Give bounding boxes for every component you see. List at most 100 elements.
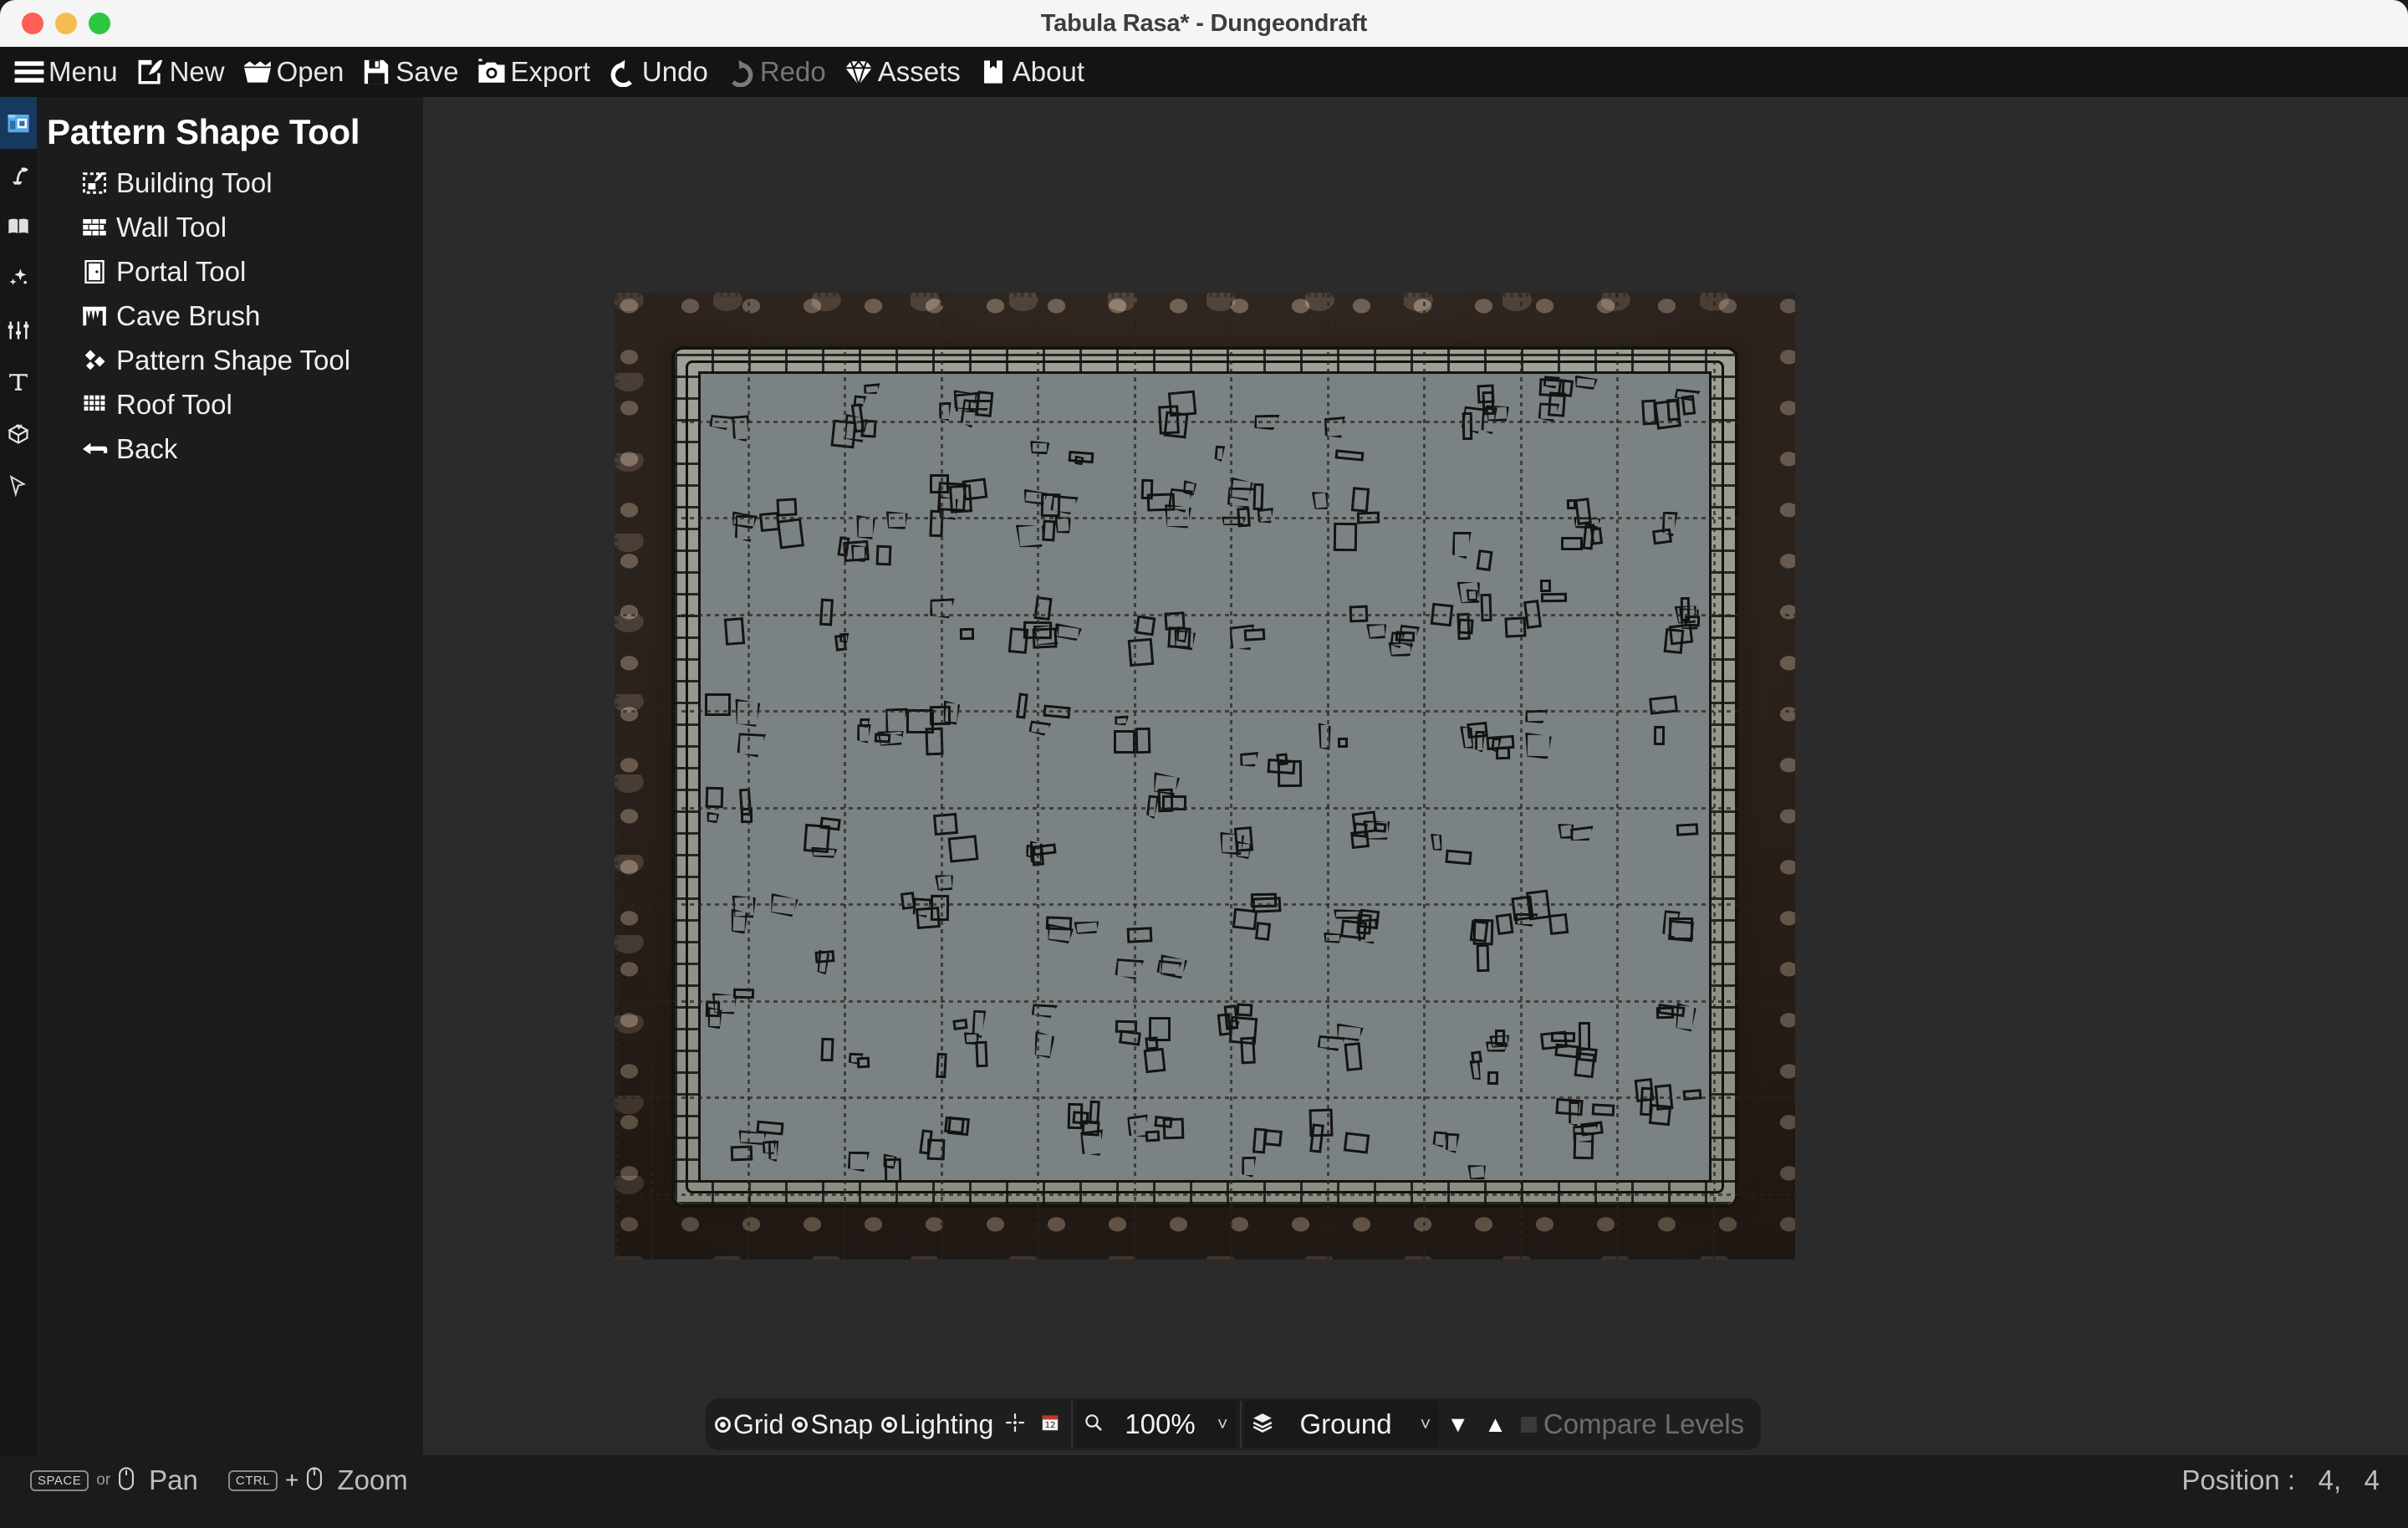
toggle-grid[interactable]: Grid (711, 1409, 788, 1440)
zoom-level-value[interactable]: 100% (1111, 1408, 1208, 1440)
menu-button-menu[interactable]: Menu (5, 47, 126, 97)
tool-item-cave[interactable]: Cave Brush (42, 294, 423, 338)
menu-button-undo[interactable]: Undo (599, 47, 717, 97)
compare-levels-checkbox[interactable]: Compare Levels (1514, 1408, 1756, 1440)
floor-rubble (1684, 615, 1699, 626)
tool-item-roof[interactable]: Roof Tool (42, 382, 423, 427)
menu-button-about[interactable]: About (969, 47, 1093, 97)
menu-label: Open (277, 56, 344, 88)
floor-rubble (1512, 896, 1534, 922)
menu-button-open[interactable]: Open (233, 47, 353, 97)
rail-item-settings[interactable] (0, 304, 37, 356)
floor-rubble (1016, 523, 1046, 549)
folder-open-icon (242, 56, 273, 88)
crosshair-button[interactable] (997, 1403, 1033, 1446)
tool-label: Wall Tool (116, 212, 227, 243)
text-icon (8, 371, 29, 393)
tool-label: Portal Tool (116, 256, 246, 288)
floor-rubble (1008, 627, 1028, 654)
menu-button-new[interactable]: New (126, 47, 233, 97)
floor-rubble (741, 808, 752, 823)
rail-item-blueprint[interactable] (0, 97, 37, 149)
menu-button-export[interactable]: Export (467, 47, 599, 97)
key-ctrl: CTRL (228, 1470, 278, 1491)
rail-item-library[interactable] (0, 201, 37, 253)
title-bar: Tabula Rasa* - Dungeondraft (0, 0, 2408, 47)
rail-item-effects[interactable] (0, 253, 37, 304)
floor-rubble (1504, 617, 1526, 638)
menu-button-redo[interactable]: Redo (717, 47, 834, 97)
floor-rubble (1351, 487, 1370, 512)
toggle-label: Lighting (900, 1409, 993, 1440)
floor-rubble (1578, 1047, 1597, 1062)
level-value[interactable]: Ground (1280, 1408, 1412, 1440)
floor-rubble (1162, 1118, 1184, 1140)
floor-rubble (1144, 1047, 1166, 1072)
mouse-icon (118, 1467, 135, 1495)
grid-line-horizontal (615, 1000, 1795, 1003)
triangle-down-icon[interactable]: ▼ (1439, 1412, 1477, 1438)
floor-rubble (1255, 922, 1271, 940)
magnifier-icon (1084, 1413, 1104, 1437)
tool-item-portal[interactable]: Portal Tool (42, 249, 423, 294)
floor-rubble (1032, 627, 1057, 649)
magnifier-button[interactable] (1076, 1403, 1111, 1446)
floor-rubble (1145, 1037, 1158, 1050)
hint-connector: + (285, 1467, 298, 1494)
chevron-down-icon[interactable]: ˅ (1412, 1413, 1440, 1435)
map-canvas[interactable] (423, 97, 2408, 1505)
rail-item-objects[interactable] (0, 408, 37, 460)
grid-line-horizontal (615, 1193, 1795, 1196)
floor-rubble (707, 1007, 722, 1029)
floor-rubble (1252, 483, 1263, 510)
menu-label: Undo (642, 56, 708, 88)
calendar-button[interactable]: 12 (1033, 1403, 1068, 1446)
tool-label: Back (116, 433, 177, 465)
new-map-icon (135, 56, 166, 88)
control-separator (1071, 1401, 1073, 1448)
floor-rubble (1525, 733, 1552, 759)
triangle-up-icon[interactable]: ▲ (1477, 1412, 1514, 1438)
chevron-down-icon[interactable]: ˅ (1209, 1413, 1237, 1435)
layers-button[interactable] (1245, 1403, 1280, 1446)
compare-levels-label: Compare Levels (1543, 1408, 1744, 1440)
floor-rubble (1363, 819, 1390, 841)
close-button[interactable] (22, 13, 43, 34)
room-wall-outline (671, 346, 1738, 1208)
crosshair-icon (1004, 1412, 1026, 1438)
brick-wall-icon (80, 213, 109, 242)
rail-item-terrain[interactable] (0, 149, 37, 201)
tool-item-pattern-shape[interactable]: Pattern Shape Tool (42, 338, 423, 382)
rail-item-text[interactable] (0, 356, 37, 408)
tool-label: Building Tool (116, 167, 273, 199)
tool-item-building[interactable]: Building Tool (42, 161, 423, 205)
map-image[interactable] (615, 293, 1795, 1260)
grid-line-horizontal (615, 903, 1795, 906)
cursor-icon (8, 475, 29, 497)
floor-rubble (819, 816, 840, 830)
maximize-button[interactable] (89, 13, 110, 34)
grid-line-horizontal (615, 324, 1795, 326)
rail-item-select[interactable] (0, 460, 37, 512)
floor-rubble (1030, 441, 1050, 455)
toggle-lighting[interactable]: Lighting (877, 1409, 997, 1440)
plant-icon (7, 163, 30, 187)
floor-rubble (1068, 1103, 1084, 1129)
hint-label: Zoom (337, 1464, 407, 1496)
floor-rubble (1237, 1003, 1253, 1016)
floor-rubble (886, 511, 908, 530)
tool-item-back[interactable]: Back (42, 427, 423, 471)
menu-label: Export (511, 56, 590, 88)
floor-rubble (1135, 728, 1150, 754)
grid-line-vertical (1423, 293, 1426, 1260)
menu-button-assets[interactable]: Assets (834, 47, 969, 97)
radio-on-icon (792, 1417, 808, 1433)
menu-button-save[interactable]: Save (352, 47, 467, 97)
minimize-button[interactable] (55, 13, 77, 34)
toggle-snap[interactable]: Snap (788, 1409, 877, 1440)
door-icon (80, 258, 109, 286)
floor-rubble (1334, 523, 1358, 551)
tool-item-wall[interactable]: Wall Tool (42, 205, 423, 249)
floor-rubble (1232, 908, 1258, 931)
floor-rubble (705, 787, 722, 808)
